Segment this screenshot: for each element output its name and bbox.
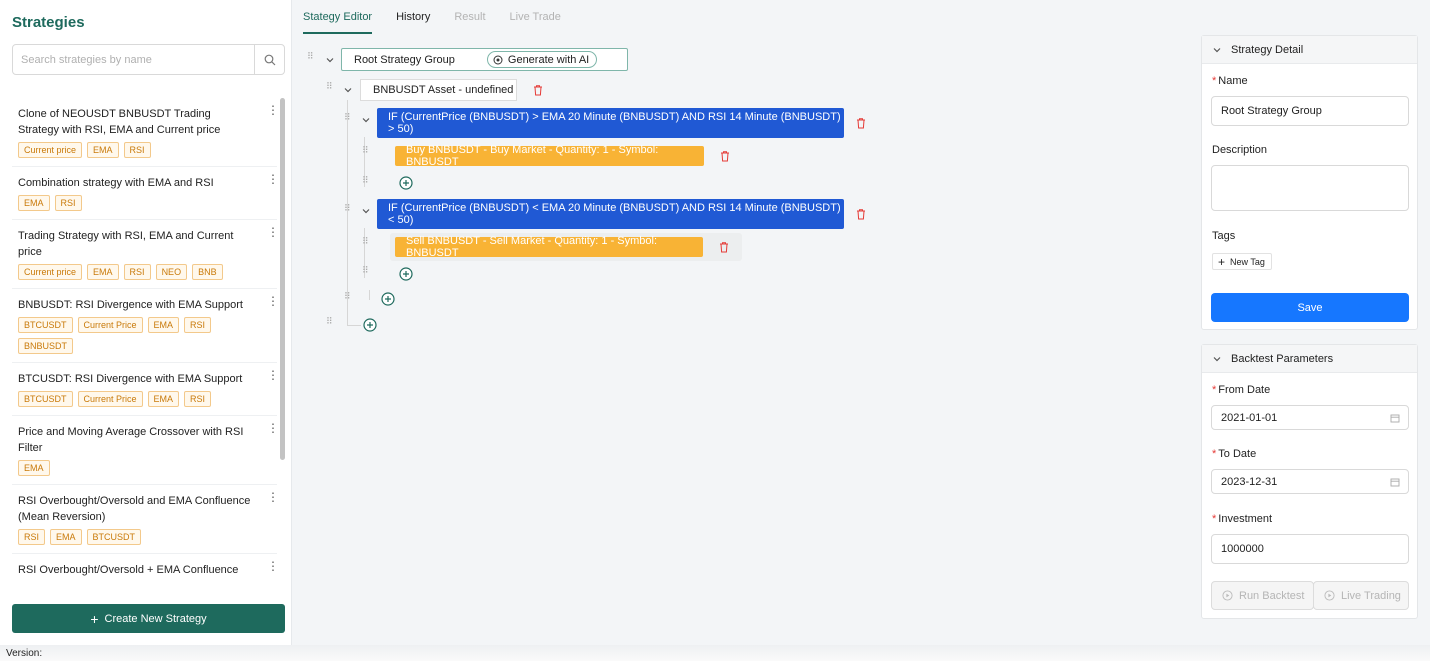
calendar-icon <box>1390 414 1400 423</box>
from-date-input[interactable]: 2021-01-01 <box>1211 405 1409 430</box>
to-date-label: * To Date <box>1212 448 1256 460</box>
drag-handle-icon[interactable]: ⠿ <box>362 176 369 188</box>
required-mark: * <box>1212 75 1217 87</box>
strategy-detail-title: Strategy Detail <box>1231 43 1304 56</box>
strategy-detail-panel: Strategy Detail * Name Root Strategy Grou… <box>1201 35 1418 330</box>
description-input[interactable] <box>1211 165 1409 211</box>
drag-handle-icon[interactable]: ⠿ <box>326 82 333 94</box>
run-backtest-button[interactable]: Run Backtest <box>1211 581 1314 610</box>
asset-node[interactable]: BNBUSDT Asset - undefined <box>360 79 517 101</box>
delete-icon[interactable] <box>855 208 867 220</box>
add-icon[interactable] <box>363 318 377 332</box>
live-trading-label: Live Trading <box>1341 589 1401 602</box>
chevron-down-icon[interactable] <box>325 55 335 65</box>
to-date-label-text: To Date <box>1218 448 1257 460</box>
to-date-value: 2023-12-31 <box>1221 475 1278 488</box>
chevron-down-icon[interactable] <box>343 85 353 95</box>
play-icon <box>1324 590 1335 601</box>
from-date-label-text: From Date <box>1218 384 1271 396</box>
strategy-editor: Stategy Editor History Result Live Trade… <box>0 0 1190 645</box>
add-icon[interactable] <box>399 267 413 281</box>
drag-handle-icon[interactable]: ⠿ <box>307 52 314 64</box>
tree-line <box>369 290 370 300</box>
description-label: Description <box>1212 144 1268 156</box>
ai-icon <box>493 55 503 64</box>
tab-history[interactable]: History <box>396 0 430 34</box>
save-button[interactable]: Save <box>1211 293 1409 322</box>
drag-handle-icon[interactable]: ⠿ <box>362 266 369 278</box>
chevron-down-icon <box>1213 356 1221 361</box>
strategy-detail-header[interactable]: Strategy Detail <box>1202 36 1417 64</box>
drag-handle-icon[interactable]: ⠿ <box>344 204 351 216</box>
run-backtest-label: Run Backtest <box>1239 589 1305 602</box>
tab-strategy-editor[interactable]: Stategy Editor <box>303 0 373 34</box>
chevron-down-icon[interactable] <box>361 206 371 216</box>
tab-result[interactable]: Result <box>454 0 485 34</box>
generate-ai-label: Generate with AI <box>507 53 590 66</box>
drag-handle-icon[interactable]: ⠿ <box>362 237 369 249</box>
name-input[interactable]: Root Strategy Group <box>1211 96 1409 126</box>
delete-icon[interactable] <box>719 150 731 162</box>
live-trading-button[interactable]: Live Trading <box>1313 581 1409 610</box>
delete-icon[interactable] <box>718 241 730 253</box>
required-mark: * <box>1212 513 1217 525</box>
action-node-sell[interactable]: Sell BNBUSDT - Sell Market - Quantity: 1… <box>395 235 703 259</box>
required-mark: * <box>1212 448 1217 460</box>
delete-icon[interactable] <box>855 117 867 129</box>
new-tag-label: New Tag <box>1230 256 1265 267</box>
from-date-value: 2021-01-01 <box>1221 411 1278 424</box>
drag-handle-icon[interactable]: ⠿ <box>344 113 351 125</box>
delete-icon[interactable] <box>532 84 544 96</box>
required-mark: * <box>1212 384 1217 396</box>
tree-line <box>347 325 361 326</box>
investment-input[interactable]: 1000000 <box>1211 534 1409 564</box>
editor-tabs: Stategy Editor History Result Live Trade <box>303 0 561 34</box>
generate-ai-button[interactable]: Generate with AI <box>486 51 598 68</box>
calendar-icon <box>1390 478 1400 487</box>
version-label: Version: <box>6 648 43 659</box>
investment-label-text: Investment <box>1218 513 1273 525</box>
add-icon[interactable] <box>399 176 413 190</box>
new-tag-button[interactable]: + New Tag <box>1212 253 1272 270</box>
condition-node-2[interactable]: IF (CurrentPrice (BNBUSDT) < EMA 20 Minu… <box>377 199 844 229</box>
name-label-text: Name <box>1218 75 1248 87</box>
backtest-title: Backtest Parameters <box>1231 352 1334 365</box>
drag-handle-icon[interactable]: ⠿ <box>344 292 351 304</box>
investment-label: * Investment <box>1212 513 1272 525</box>
name-label: * Name <box>1212 75 1248 87</box>
root-group-label: Root Strategy Group <box>354 53 455 66</box>
to-date-input[interactable]: 2023-12-31 <box>1211 469 1409 494</box>
backtest-header[interactable]: Backtest Parameters <box>1202 345 1417 373</box>
tags-label: Tags <box>1212 230 1236 242</box>
condition-node-1[interactable]: IF (CurrentPrice (BNBUSDT) > EMA 20 Minu… <box>377 108 844 138</box>
drag-handle-icon[interactable]: ⠿ <box>362 146 369 158</box>
backtest-panel: Backtest Parameters * From Date 2021-01-0… <box>1201 344 1418 619</box>
chevron-down-icon[interactable] <box>361 115 371 125</box>
root-group-node[interactable]: Root Strategy Group Generate with AI <box>341 48 628 71</box>
plus-icon: + <box>1218 254 1226 269</box>
add-icon[interactable] <box>381 292 395 306</box>
tab-live-trade[interactable]: Live Trade <box>510 0 561 34</box>
action-node-buy[interactable]: Buy BNBUSDT - Buy Market - Quantity: 1 -… <box>395 144 704 168</box>
play-icon <box>1222 590 1233 601</box>
from-date-label: * From Date <box>1212 384 1270 396</box>
bottom-bar <box>0 645 1430 661</box>
chevron-down-icon <box>1213 47 1221 52</box>
drag-handle-icon[interactable]: ⠿ <box>326 317 333 329</box>
